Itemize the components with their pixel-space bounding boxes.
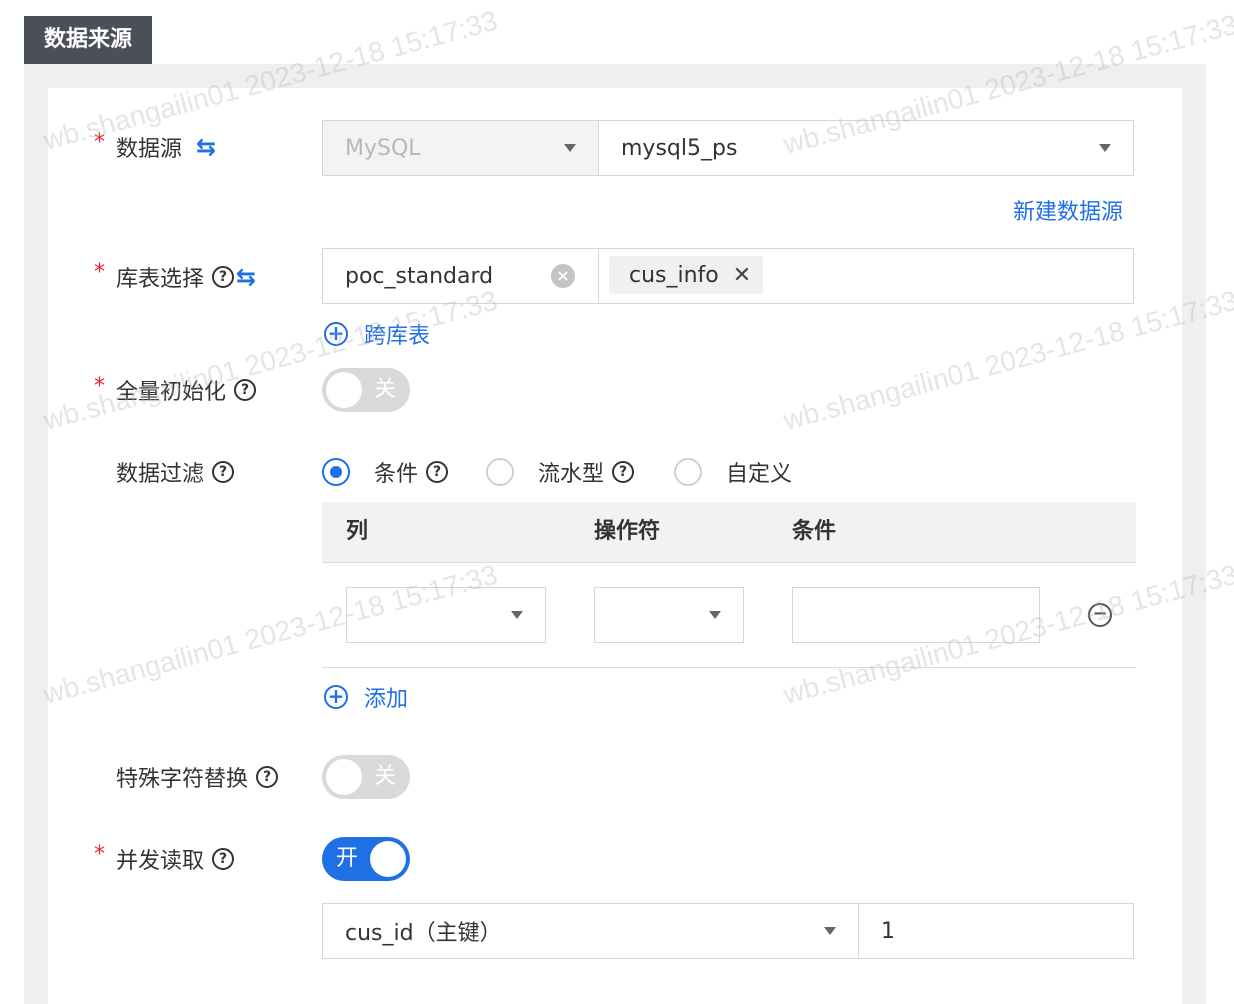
close-icon[interactable]: ✕ — [733, 263, 751, 288]
toggle-text: 关 — [373, 764, 396, 789]
column-header-operator: 操作符 — [594, 519, 661, 544]
filter-condition-input[interactable] — [792, 587, 1040, 643]
add-filter-link[interactable]: + 添加 — [324, 679, 408, 715]
table-tag: cus_info ✕ — [609, 256, 764, 294]
concurrent-read-label: 并发读取 — [116, 849, 205, 874]
page-root: 数据来源 * 数据源 ⇆ MySQL mysql5_ps 新建数据源 * 库表选… — [0, 0, 1234, 1004]
table-select-label-row: 库表选择 ? ⇆ — [116, 257, 256, 297]
full-init-label: 全量初始化 — [116, 380, 227, 405]
required-mark: * — [94, 842, 105, 867]
help-icon[interactable]: ? — [212, 848, 235, 870]
data-filter-label-row: 数据过滤 ? — [116, 452, 235, 492]
column-header-condition: 条件 — [792, 519, 837, 544]
clear-icon[interactable]: × — [551, 264, 575, 288]
required-mark: * — [94, 130, 105, 155]
concurrency-count-value: 1 — [881, 918, 895, 944]
plus-circle-icon: + — [324, 322, 348, 346]
help-icon[interactable]: ? — [426, 461, 449, 483]
toggle-knob — [370, 841, 406, 877]
toggle-knob — [326, 759, 362, 795]
cross-db-link[interactable]: + 跨库表 — [324, 316, 430, 352]
radio-label: 条件 — [374, 462, 419, 487]
concurrent-read-toggle[interactable]: 开 — [322, 837, 410, 881]
filter-operator-select[interactable] — [594, 587, 744, 643]
divider — [322, 562, 1136, 563]
toggle-text: 关 — [373, 377, 396, 402]
plus-circle-icon: + — [324, 685, 348, 709]
radio-label: 流水型 — [538, 462, 605, 487]
full-init-label-row: 全量初始化 ? — [116, 370, 257, 410]
cross-db-label: 跨库表 — [364, 324, 431, 349]
radio-label: 自定义 — [726, 462, 793, 487]
new-datasource-link[interactable]: 新建数据源 — [1013, 192, 1123, 228]
toggle-text: 开 — [336, 846, 359, 871]
datasource-label: 数据源 — [116, 137, 183, 162]
datasource-label-row: 数据源 ⇆ — [116, 127, 216, 167]
datasource-name-select[interactable]: mysql5_ps — [598, 120, 1134, 176]
chevron-down-icon — [564, 144, 576, 152]
chevron-down-icon — [1099, 144, 1111, 152]
remove-row-icon[interactable]: − — [1088, 603, 1112, 627]
radio-condition[interactable]: 条件 ? — [322, 452, 449, 492]
help-icon[interactable]: ? — [256, 766, 279, 788]
radio-circle — [486, 458, 514, 486]
table-select-label: 库表选择 — [116, 267, 205, 292]
required-mark: * — [94, 374, 105, 399]
chevron-down-icon — [709, 611, 721, 619]
split-key-select[interactable]: cus_id（主键） — [322, 903, 859, 959]
help-icon[interactable]: ? — [212, 461, 235, 483]
add-filter-label: 添加 — [364, 687, 409, 712]
special-char-toggle[interactable]: 关 — [322, 755, 410, 799]
datasource-type-select: MySQL — [322, 120, 599, 176]
data-filter-label: 数据过滤 — [116, 462, 205, 487]
filter-column-select[interactable] — [346, 587, 546, 643]
help-icon[interactable]: ? — [212, 266, 235, 288]
special-char-label-row: 特殊字符替换 ? — [116, 757, 279, 797]
special-char-label: 特殊字符替换 — [116, 767, 249, 792]
datasource-type-value: MySQL — [345, 135, 421, 161]
switch-icon[interactable]: ⇆ — [236, 263, 256, 291]
divider — [322, 667, 1136, 668]
radio-circle — [322, 458, 350, 486]
radio-custom[interactable]: 自定义 — [674, 452, 792, 492]
radio-circle — [674, 458, 702, 486]
toggle-knob — [326, 372, 362, 408]
concurrent-read-label-row: 并发读取 ? — [116, 839, 235, 879]
section-tab: 数据来源 — [24, 16, 152, 64]
concurrency-count-input[interactable]: 1 — [858, 903, 1134, 959]
filter-table-header: 列 操作符 条件 — [322, 502, 1136, 562]
help-icon[interactable]: ? — [612, 461, 635, 483]
chevron-down-icon — [824, 927, 836, 935]
table-tag-label: cus_info — [629, 262, 719, 288]
datasource-name-value: mysql5_ps — [621, 135, 738, 161]
chevron-down-icon — [511, 611, 523, 619]
full-init-toggle[interactable]: 关 — [322, 368, 410, 412]
radio-stream[interactable]: 流水型 ? — [486, 452, 635, 492]
column-header-column: 列 — [346, 519, 369, 544]
database-value: poc_standard — [345, 263, 494, 289]
switch-icon[interactable]: ⇆ — [196, 133, 216, 161]
help-icon[interactable]: ? — [234, 379, 257, 401]
required-mark: * — [94, 260, 105, 285]
split-key-value: cus_id（主键） — [345, 921, 502, 946]
